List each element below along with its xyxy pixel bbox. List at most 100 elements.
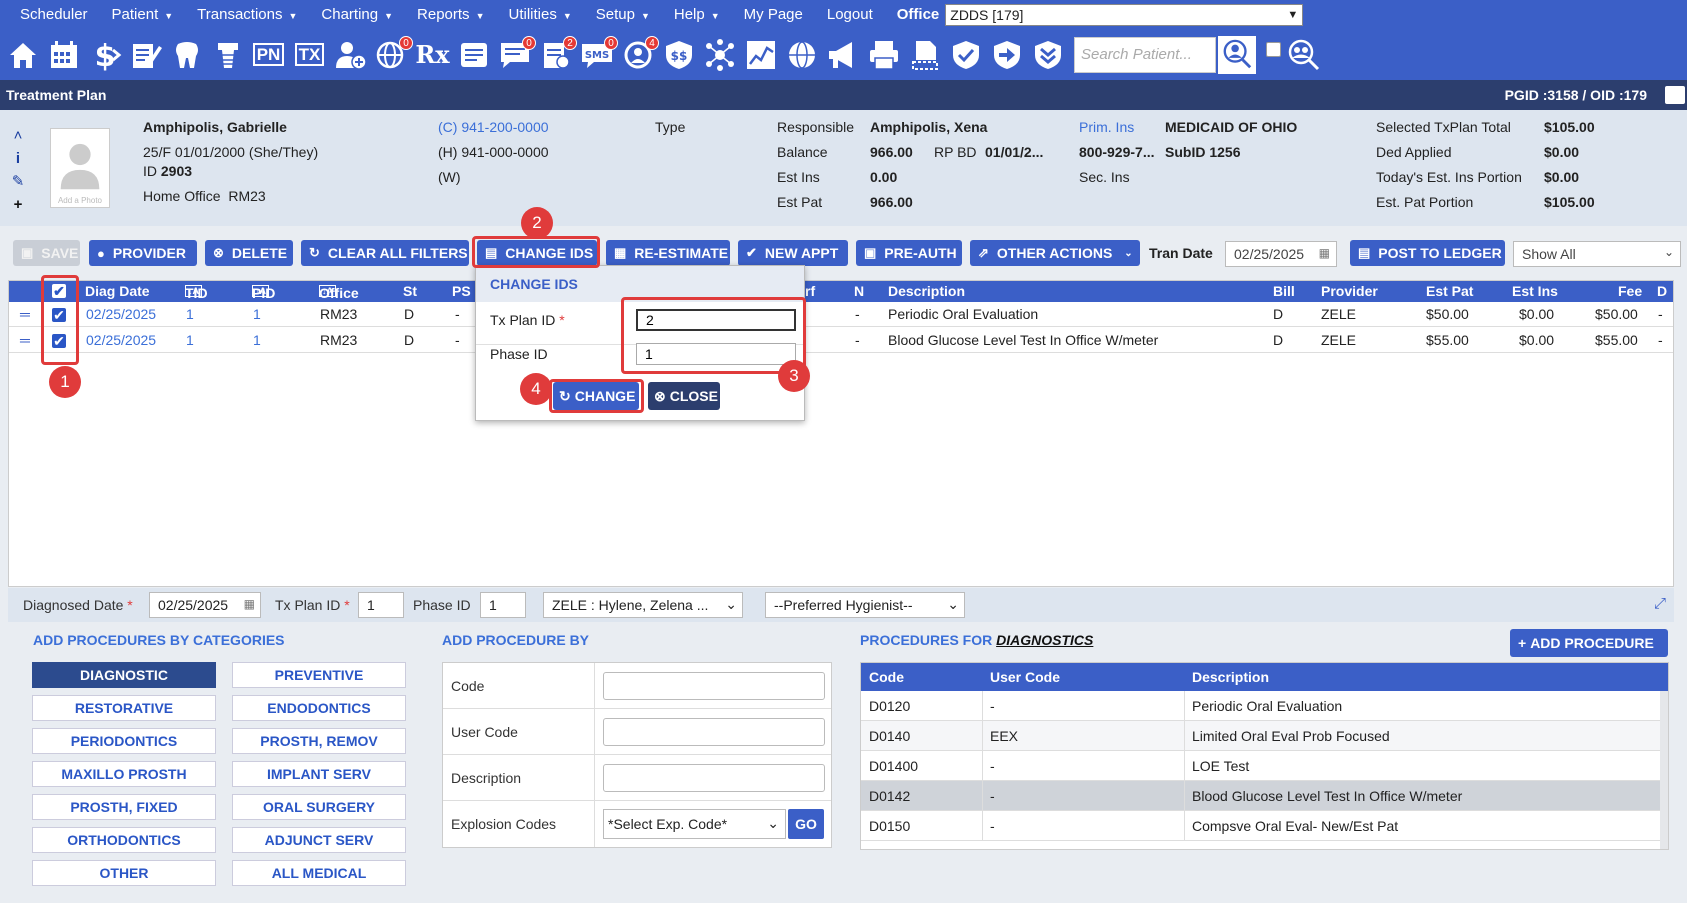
shield-down-icon[interactable]: [1029, 34, 1066, 76]
menu-reports[interactable]: Reports ▼: [405, 6, 496, 23]
print-icon[interactable]: [865, 34, 902, 76]
col-bill[interactable]: Bill: [1273, 283, 1295, 299]
expand-icon[interactable]: ⤢: [1654, 595, 1666, 612]
col-proc-description[interactable]: Description: [1192, 669, 1269, 685]
col-st[interactable]: St: [403, 283, 417, 299]
procedure-row[interactable]: D0120 - Periodic Oral Evaluation: [861, 691, 1668, 721]
category-diagnostic[interactable]: DIAGNOSTIC: [32, 662, 216, 688]
col-surface[interactable]: rf: [805, 283, 815, 299]
row-diag-date[interactable]: 02/25/2025: [86, 332, 156, 348]
shield-check-icon[interactable]: [947, 34, 984, 76]
document-icon[interactable]: [455, 34, 492, 76]
col-code[interactable]: Code: [869, 669, 904, 685]
close-button[interactable]: ⊗ CLOSE: [648, 382, 720, 410]
bottom-phase-input[interactable]: 1: [480, 592, 526, 618]
drag-handle-icon[interactable]: ═: [20, 306, 30, 322]
menu-charting[interactable]: Charting ▼: [309, 6, 405, 23]
category-implant-serv[interactable]: IMPLANT SERV: [232, 761, 406, 787]
description-input[interactable]: [603, 764, 825, 792]
provider-button[interactable]: ● PROVIDER: [89, 240, 197, 266]
menu-transactions[interactable]: Transactions ▼: [185, 6, 309, 23]
col-user-code[interactable]: User Code: [990, 669, 1060, 685]
copy-icon[interactable]: [906, 34, 943, 76]
row-tid[interactable]: 1: [186, 332, 194, 348]
clipboard-icon[interactable]: 2: [537, 34, 577, 76]
post-to-ledger-button[interactable]: ▤ POST TO LEDGER: [1350, 240, 1505, 266]
insurance-icon[interactable]: $$: [660, 34, 697, 76]
col-fee[interactable]: Fee: [1618, 283, 1642, 299]
rx-icon[interactable]: Rx: [414, 34, 451, 76]
menu-setup[interactable]: Setup ▼: [584, 6, 662, 23]
procedure-row[interactable]: D0150 - Compsve Oral Eval- New/Est Pat: [861, 811, 1668, 841]
shield-arrow-icon[interactable]: [988, 34, 1025, 76]
re-estimate-button[interactable]: ▦ RE-ESTIMATE: [606, 240, 730, 266]
add-procedure-button[interactable]: + ADD PROCEDURE: [1510, 629, 1668, 657]
bottom-txplan-input[interactable]: 1: [358, 592, 404, 618]
calendar-icon[interactable]: [45, 34, 82, 76]
search-toggle-checkbox[interactable]: [1266, 42, 1281, 57]
menu-my-page[interactable]: My Page: [732, 6, 815, 23]
category-prosth-fixed[interactable]: PROSTH, FIXED: [32, 794, 216, 820]
provider-select[interactable]: ZELE : Hylene, Zelena ... ⌄: [543, 592, 743, 618]
col-diag-date[interactable]: Diag Date: [85, 283, 150, 299]
implant-icon[interactable]: [209, 34, 246, 76]
add-user-icon[interactable]: [332, 34, 369, 76]
delete-button[interactable]: ⊗ DELETE: [205, 240, 293, 266]
category-periodontics[interactable]: PERIODONTICS: [32, 728, 216, 754]
phone-cell[interactable]: (C) 941-200-0000: [438, 119, 549, 135]
row-diag-date[interactable]: 02/25/2025: [86, 306, 156, 322]
col-description[interactable]: Description: [888, 283, 965, 299]
user-code-input[interactable]: [603, 718, 825, 746]
menu-utilities[interactable]: Utilities ▼: [496, 6, 583, 23]
other-actions-button[interactable]: ⇗ OTHER ACTIONS ⌄: [970, 240, 1140, 266]
row-pid[interactable]: 1: [253, 306, 261, 322]
category-other[interactable]: OTHER: [32, 860, 216, 886]
procedure-row[interactable]: D01400 - LOE Test: [861, 751, 1668, 781]
patient-name[interactable]: Amphipolis, Gabrielle: [143, 119, 287, 135]
clear-filters-button[interactable]: ↻ CLEAR ALL FILTERS: [301, 240, 469, 266]
attachment-icon[interactable]: ✎: [8, 170, 28, 193]
message-icon[interactable]: 0: [496, 34, 536, 76]
category-adjunct-serv[interactable]: ADJUNCT SERV: [232, 827, 406, 853]
group-search-icon[interactable]: [1285, 34, 1322, 76]
pn-icon[interactable]: PN: [250, 34, 287, 76]
procedure-row[interactable]: D0142 - Blood Glucose Level Test In Offi…: [861, 781, 1668, 811]
row-pid[interactable]: 1: [253, 332, 261, 348]
search-patient-button[interactable]: [1218, 35, 1256, 74]
home-icon[interactable]: [4, 34, 41, 76]
procedures-scrollbar[interactable]: [1660, 691, 1668, 849]
new-appt-button[interactable]: ✔ NEW APPT: [738, 240, 848, 266]
category-oral-surgery[interactable]: ORAL SURGERY: [232, 794, 406, 820]
category-preventive[interactable]: PREVENTIVE: [232, 662, 406, 688]
category-endodontics[interactable]: ENDODONTICS: [232, 695, 406, 721]
col-d[interactable]: D: [1657, 283, 1667, 299]
drag-handle-icon[interactable]: ═: [20, 332, 30, 348]
col-ps[interactable]: PS: [452, 283, 471, 299]
network-icon[interactable]: [701, 34, 738, 76]
category-maxillo-prosth[interactable]: MAXILLO PROSTH: [32, 761, 216, 787]
megaphone-icon[interactable]: [824, 34, 861, 76]
office-select[interactable]: ZDDS [179] ▼: [945, 3, 1304, 26]
row-tid[interactable]: 1: [186, 306, 194, 322]
code-input[interactable]: [603, 672, 825, 700]
plus-icon[interactable]: +: [8, 193, 28, 216]
procedure-row[interactable]: D0140 EEX Limited Oral Eval Prob Focused: [861, 721, 1668, 751]
menu-scheduler[interactable]: Scheduler: [8, 6, 100, 23]
menu-help[interactable]: Help ▼: [662, 6, 732, 23]
table-row[interactable]: ═ ✔ 02/25/2025 1 1 RM23 D - - Blood Gluc…: [9, 328, 1673, 353]
collapse-icon[interactable]: ˄: [8, 124, 28, 147]
tx-icon[interactable]: TX: [291, 34, 328, 76]
save-button[interactable]: ▣ SAVE: [13, 240, 80, 266]
category-orthodontics[interactable]: ORTHODONTICS: [32, 827, 216, 853]
menu-logout[interactable]: Logout: [815, 6, 885, 23]
globe-icon[interactable]: 0: [373, 34, 413, 76]
web-icon[interactable]: [783, 34, 820, 76]
recall-icon[interactable]: 4: [619, 34, 659, 76]
tran-date-input[interactable]: 02/25/2025 ▦: [1225, 241, 1337, 267]
notes-icon[interactable]: [127, 34, 164, 76]
search-patient-input[interactable]: Search Patient...: [1074, 36, 1216, 73]
explosion-code-select[interactable]: *Select Exp. Code* ⌄: [603, 809, 786, 839]
diagnosed-date-input[interactable]: 02/25/2025 ▦: [149, 592, 261, 618]
menu-patient[interactable]: Patient ▼: [100, 6, 186, 23]
prim-ins-value[interactable]: MEDICAID OF OHIO: [1165, 119, 1297, 135]
